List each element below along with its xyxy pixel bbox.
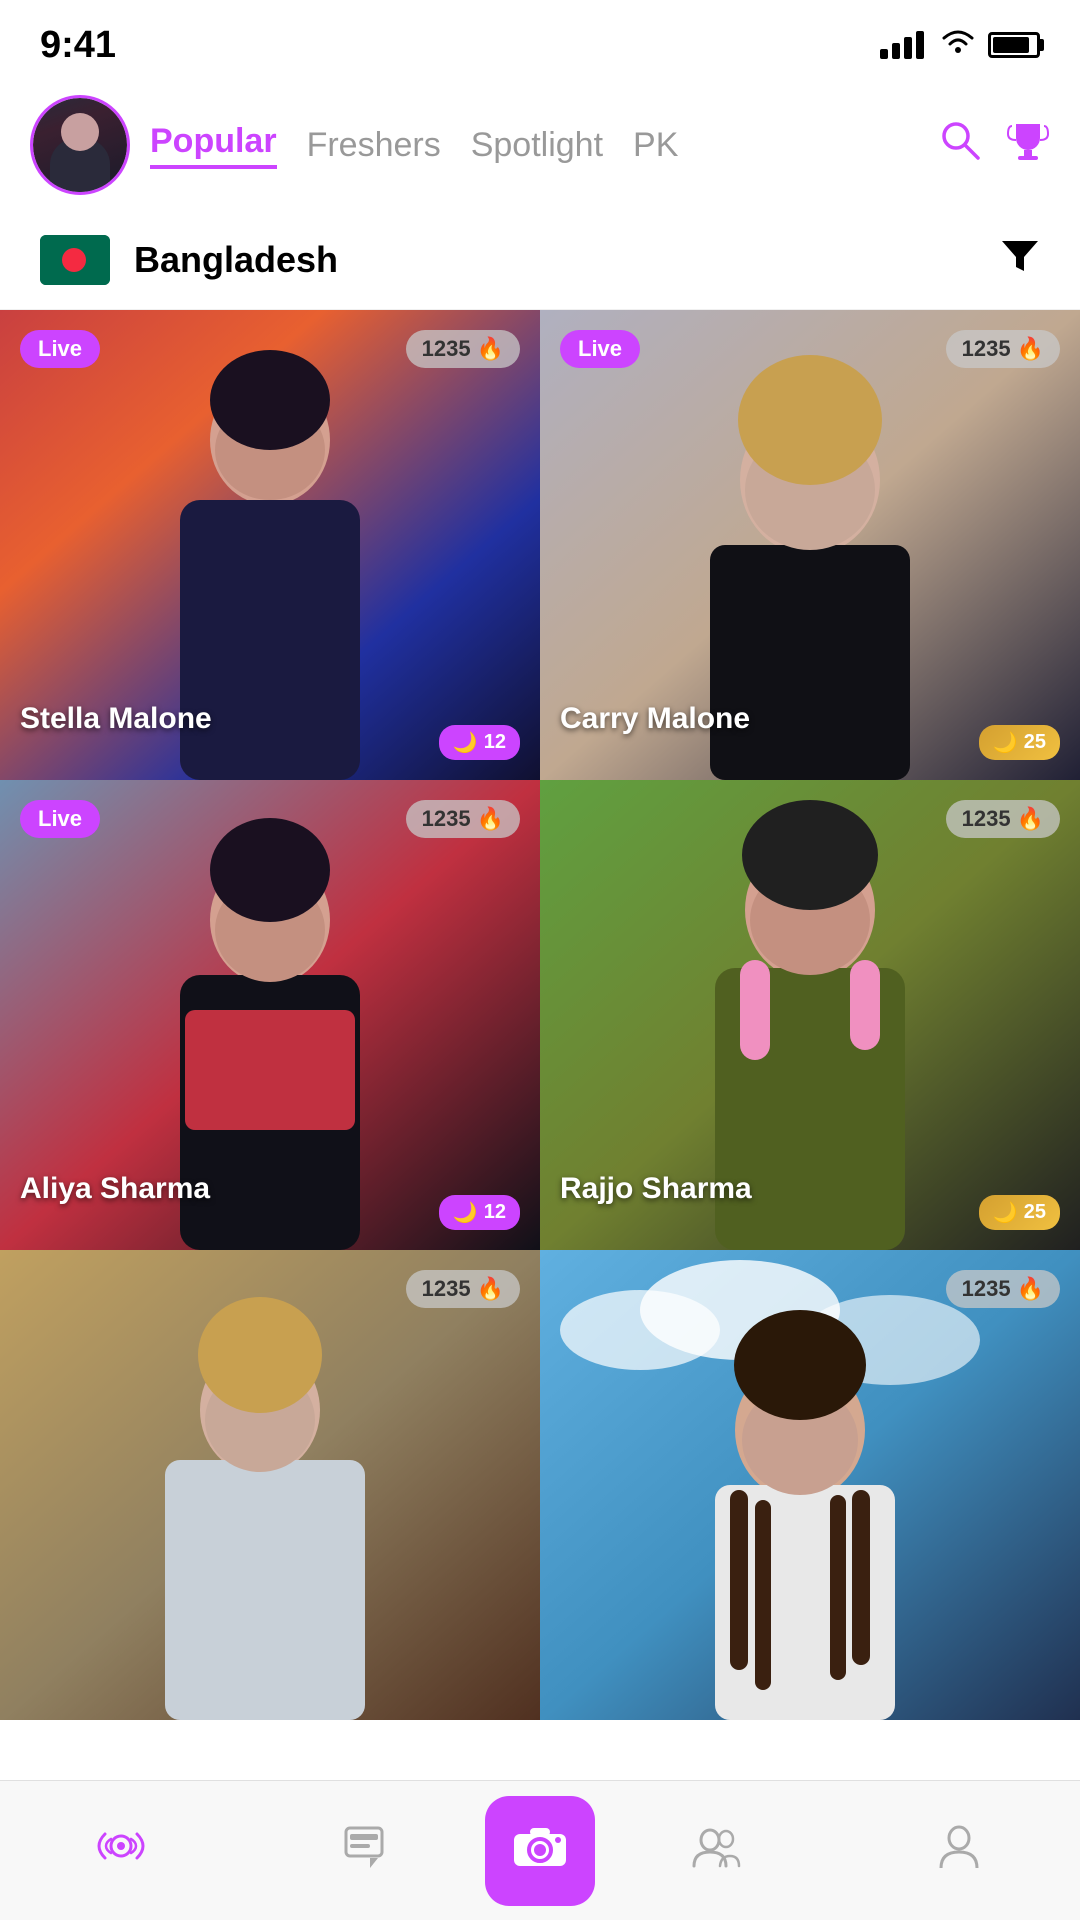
level-icon-1: 🌙 [453, 730, 478, 755]
card-4[interactable]: 1235 🔥 Rajjo Sharma 🌙 25 [540, 780, 1080, 1250]
camera-icon [512, 1821, 568, 1881]
flame-icon-3: 🔥 [477, 806, 504, 832]
card-5[interactable]: 1235 🔥 [0, 1250, 540, 1720]
card-1[interactable]: Live 1235 🔥 Stella Malone 🌙 12 [0, 310, 540, 780]
live-badge-3: Live [20, 800, 100, 838]
filter-icon[interactable] [1000, 235, 1040, 285]
heat-badge-6: 1235 🔥 [946, 1270, 1060, 1308]
country-name[interactable]: Bangladesh [134, 239, 1000, 281]
level-badge-1: 🌙 12 [439, 725, 520, 760]
card-name-1: Stella Malone [20, 702, 212, 736]
level-badge-3: 🌙 12 [439, 1195, 520, 1230]
tab-freshers[interactable]: Freshers [307, 126, 441, 165]
heat-badge-4: 1235 🔥 [946, 800, 1060, 838]
heat-badge-5: 1235 🔥 [406, 1270, 520, 1308]
tab-popular[interactable]: Popular [150, 122, 277, 169]
nav-item-groups[interactable] [595, 1824, 838, 1878]
trophy-icon[interactable] [1006, 118, 1050, 173]
card-3[interactable]: Live 1235 🔥 Aliya Sharma 🌙 12 [0, 780, 540, 1250]
flame-icon-5: 🔥 [477, 1276, 504, 1302]
card-name-3: Aliya Sharma [20, 1172, 210, 1206]
nav-actions [938, 118, 1050, 173]
header: Popular Freshers Spotlight PK [0, 80, 1080, 210]
battery-icon [988, 32, 1040, 58]
status-bar: 9:41 [0, 0, 1080, 80]
nav-camera-button[interactable] [485, 1796, 595, 1906]
level-badge-4: 🌙 25 [979, 1195, 1060, 1230]
content-grid: Live 1235 🔥 Stella Malone 🌙 12 [0, 310, 1080, 1720]
card-name-2: Carry Malone [560, 702, 750, 736]
profile-icon [937, 1824, 981, 1878]
status-time: 9:41 [40, 24, 116, 67]
card-2[interactable]: Live 1235 🔥 Carry Malone 🌙 25 [540, 310, 1080, 780]
nav-tabs: Popular Freshers Spotlight PK [150, 122, 918, 169]
nav-item-profile[interactable] [838, 1824, 1080, 1878]
tab-spotlight[interactable]: Spotlight [471, 126, 603, 165]
tab-pk[interactable]: PK [633, 126, 678, 165]
search-icon[interactable] [938, 118, 982, 173]
flame-icon-1: 🔥 [477, 336, 504, 362]
groups-icon [690, 1824, 742, 1878]
card-name-4: Rajjo Sharma [560, 1172, 752, 1206]
avatar[interactable] [30, 95, 130, 195]
flame-icon-2: 🔥 [1017, 336, 1044, 362]
status-icons [880, 27, 1040, 64]
bangladesh-flag [40, 235, 110, 285]
flame-icon-4: 🔥 [1017, 806, 1044, 832]
nav-item-live[interactable] [0, 1826, 243, 1876]
wifi-icon [938, 27, 974, 64]
heat-badge-2: 1235 🔥 [946, 330, 1060, 368]
signal-bars-icon [880, 31, 924, 59]
live-icon [97, 1826, 145, 1876]
level-icon-4: 🌙 [993, 1200, 1018, 1225]
nav-item-feed[interactable] [243, 1824, 486, 1878]
live-badge-1: Live [20, 330, 100, 368]
level-badge-2: 🌙 25 [979, 725, 1060, 760]
level-icon-2: 🌙 [993, 730, 1018, 755]
flame-icon-6: 🔥 [1017, 1276, 1044, 1302]
bottom-nav [0, 1780, 1080, 1920]
live-badge-2: Live [560, 330, 640, 368]
country-bar: Bangladesh [0, 210, 1080, 310]
card-6[interactable]: 1235 🔥 [540, 1250, 1080, 1720]
heat-badge-1: 1235 🔥 [406, 330, 520, 368]
level-icon-3: 🌙 [453, 1200, 478, 1225]
feed-icon [342, 1824, 386, 1878]
heat-badge-3: 1235 🔥 [406, 800, 520, 838]
